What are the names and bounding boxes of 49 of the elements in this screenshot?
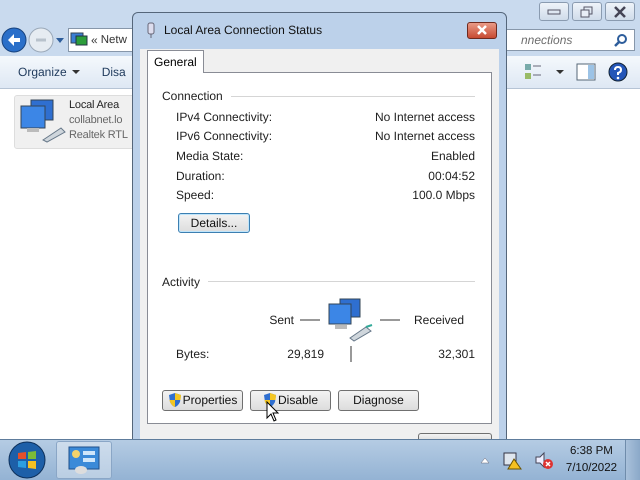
caret-icon[interactable] — [556, 69, 564, 75]
action-button[interactable]: Properties — [162, 390, 243, 411]
bytes-received: 32,301 — [438, 346, 475, 361]
network-computers-icon — [326, 298, 374, 342]
network-plug-icon — [146, 22, 156, 38]
minimize-icon[interactable] — [539, 2, 569, 21]
show-hidden-icons-icon[interactable] — [480, 456, 490, 464]
taskbar-app-button[interactable] — [56, 441, 112, 479]
restore-icon[interactable] — [572, 2, 602, 21]
tab[interactable]: General — [147, 50, 204, 73]
sent-label: Sent — [268, 312, 294, 327]
field-value: No Internet access — [374, 129, 475, 144]
start-button[interactable] — [6, 440, 48, 480]
close-icon[interactable] — [605, 2, 635, 21]
help-icon[interactable] — [608, 62, 628, 82]
toolbar-button[interactable]: Disa — [98, 65, 130, 79]
caret-icon[interactable] — [55, 36, 65, 44]
action-button[interactable]: Disable — [250, 390, 331, 411]
details-button[interactable]: Details... — [178, 212, 250, 233]
field-label: IPv6 Connectivity: — [176, 129, 272, 144]
received-label: Received — [414, 312, 464, 327]
back-icon[interactable] — [1, 27, 27, 53]
field-label: Speed: — [176, 188, 214, 202]
clock[interactable]: 6:38 PM 7/10/2022 — [566, 443, 617, 477]
preview-pane-icon[interactable] — [576, 63, 596, 81]
view-icon[interactable] — [524, 63, 544, 81]
field-label: IPv4 Connectivity: — [176, 110, 272, 124]
bytes-label: Bytes: — [176, 346, 210, 361]
field-value: No Internet access — [374, 110, 475, 124]
close-icon — [476, 25, 488, 35]
field-value: 100.0 Mbps — [412, 188, 475, 202]
control-panel-icon — [67, 445, 101, 475]
bytes-sent: 29,819 — [286, 346, 324, 361]
window-title: Local Area Connection Status — [164, 23, 322, 37]
field-label: Duration: — [176, 168, 225, 183]
item-text: Realtek RTL — [69, 128, 128, 143]
field-value: 00:04:52 — [428, 168, 475, 183]
action-button[interactable]: Diagnose — [338, 390, 419, 411]
close-button[interactable] — [467, 22, 497, 38]
item-text: Local Area — [69, 98, 120, 113]
section-heading: Connection — [162, 89, 223, 103]
field-value: Enabled — [430, 148, 475, 163]
muted-speaker-icon[interactable] — [534, 450, 554, 470]
section-heading: Activity — [162, 274, 200, 289]
item-text: collabnet.lo — [69, 113, 124, 128]
search-icon — [614, 33, 628, 47]
toolbar-button[interactable]: Organize — [14, 65, 84, 79]
field-label: Media State: — [176, 148, 244, 163]
network-warning-icon[interactable] — [502, 450, 522, 470]
